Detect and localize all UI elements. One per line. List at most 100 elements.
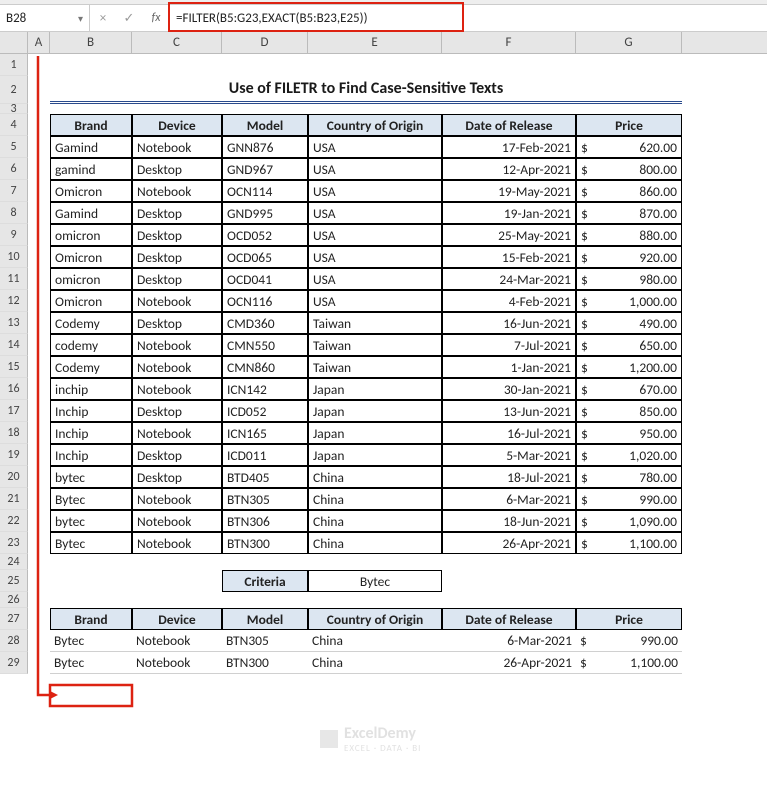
cell-model[interactable]: BTN306	[222, 510, 308, 532]
cell-brand[interactable]: Bytec	[50, 652, 132, 674]
cell-brand[interactable]: inchip	[50, 378, 132, 400]
cell-model[interactable]: CMD360	[222, 312, 308, 334]
cell-date[interactable]: 19-Jan-2021	[442, 202, 576, 224]
spreadsheet-grid[interactable]: 1 2 Use of FILETR to Find Case-Sensitive…	[0, 54, 767, 674]
row-header[interactable]: 17	[0, 400, 28, 422]
row-header[interactable]: 3	[0, 104, 28, 114]
row-header[interactable]: 22	[0, 510, 28, 532]
cell-model[interactable]: OCD065	[222, 246, 308, 268]
cell-model[interactable]: OCD052	[222, 224, 308, 246]
cell-date[interactable]: 24-Mar-2021	[442, 268, 576, 290]
cell-device[interactable]: Desktop	[132, 444, 222, 466]
cell-model[interactable]: ICN142	[222, 378, 308, 400]
cell-date[interactable]: 16-Jun-2021	[442, 312, 576, 334]
cell-date[interactable]: 19-May-2021	[442, 180, 576, 202]
cell-device[interactable]: Notebook	[132, 356, 222, 378]
cell-brand[interactable]: Inchip	[50, 400, 132, 422]
cell-device[interactable]: Notebook	[132, 488, 222, 510]
cell-brand[interactable]: Omicron	[50, 290, 132, 312]
cell-price[interactable]: $1,020.00	[576, 444, 682, 466]
select-all-corner[interactable]	[0, 32, 28, 53]
fx-icon[interactable]: fx	[142, 11, 170, 25]
cell-device[interactable]: Desktop	[132, 466, 222, 488]
cell-device[interactable]: Desktop	[132, 246, 222, 268]
chevron-down-icon[interactable]: ▾	[78, 12, 83, 25]
cell-price[interactable]: $990.00	[576, 630, 682, 652]
cell-brand[interactable]: Inchip	[50, 422, 132, 444]
cell-brand[interactable]: Inchip	[50, 444, 132, 466]
cell-price[interactable]: $870.00	[576, 202, 682, 224]
cell-device[interactable]: Notebook	[132, 652, 222, 674]
cell-date[interactable]: 17-Feb-2021	[442, 136, 576, 158]
col-header-D[interactable]: D	[222, 32, 308, 53]
cell-model[interactable]: ICN165	[222, 422, 308, 444]
cell-date[interactable]: 25-May-2021	[442, 224, 576, 246]
cancel-icon[interactable]: ×	[90, 11, 116, 26]
row-header[interactable]: 16	[0, 378, 28, 400]
cell-country[interactable]: USA	[308, 158, 442, 180]
cell-country[interactable]: Taiwan	[308, 312, 442, 334]
cell-price[interactable]: $1,200.00	[576, 356, 682, 378]
cell-country[interactable]: Japan	[308, 444, 442, 466]
cell-model[interactable]: CMN550	[222, 334, 308, 356]
row-header[interactable]: 2	[0, 76, 28, 104]
cell-model[interactable]: CMN860	[222, 356, 308, 378]
cell-date[interactable]: 6-Mar-2021	[442, 630, 576, 652]
cell-country[interactable]: Japan	[308, 378, 442, 400]
row-header[interactable]: 13	[0, 312, 28, 334]
cell-date[interactable]: 15-Feb-2021	[442, 246, 576, 268]
cell-brand[interactable]: bytec	[50, 466, 132, 488]
cell-model[interactable]: OCN116	[222, 290, 308, 312]
cell-device[interactable]: Desktop	[132, 224, 222, 246]
cell-model[interactable]: BTN305	[222, 630, 308, 652]
criteria-value[interactable]: Bytec	[308, 570, 442, 592]
row-header[interactable]: 27	[0, 608, 28, 630]
cell-country[interactable]: USA	[308, 246, 442, 268]
cell-model[interactable]: BTN305	[222, 488, 308, 510]
row-header[interactable]: 28	[0, 630, 28, 652]
cell-brand[interactable]: gamind	[50, 158, 132, 180]
cell-device[interactable]: Desktop	[132, 158, 222, 180]
cell-date[interactable]: 18-Jul-2021	[442, 466, 576, 488]
cell-model[interactable]: OCD041	[222, 268, 308, 290]
row-header[interactable]: 5	[0, 136, 28, 158]
cell-brand[interactable]: Omicron	[50, 246, 132, 268]
row-header[interactable]: 24	[0, 554, 28, 570]
cell-country[interactable]: China	[308, 652, 442, 674]
cell-model[interactable]: BTN300	[222, 652, 308, 674]
cell-device[interactable]: Notebook	[132, 422, 222, 444]
cell-model[interactable]: ICD011	[222, 444, 308, 466]
cell-device[interactable]: Notebook	[132, 334, 222, 356]
cell-device[interactable]: Notebook	[132, 378, 222, 400]
cell-price[interactable]: $920.00	[576, 246, 682, 268]
cell-price[interactable]: $860.00	[576, 180, 682, 202]
row-header[interactable]: 14	[0, 334, 28, 356]
col-header-C[interactable]: C	[132, 32, 222, 53]
row-header[interactable]: 15	[0, 356, 28, 378]
col-header-A[interactable]: A	[28, 32, 50, 53]
cell-brand[interactable]: omicron	[50, 224, 132, 246]
row-header[interactable]: 21	[0, 488, 28, 510]
cell-price[interactable]: $1,100.00	[576, 532, 682, 554]
cell-price[interactable]: $670.00	[576, 378, 682, 400]
row-header[interactable]: 18	[0, 422, 28, 444]
row-header[interactable]: 23	[0, 532, 28, 554]
cell-country[interactable]: China	[308, 630, 442, 652]
row-header[interactable]: 9	[0, 224, 28, 246]
cell-model[interactable]: ICD052	[222, 400, 308, 422]
cell-device[interactable]: Notebook	[132, 630, 222, 652]
cell-country[interactable]: USA	[308, 224, 442, 246]
cell-date[interactable]: 6-Mar-2021	[442, 488, 576, 510]
cell-country[interactable]: Japan	[308, 400, 442, 422]
row-header[interactable]: 1	[0, 54, 28, 76]
cell-brand[interactable]: Gamind	[50, 136, 132, 158]
cell-price[interactable]: $880.00	[576, 224, 682, 246]
cell-brand[interactable]: Gamind	[50, 202, 132, 224]
cell-date[interactable]: 5-Mar-2021	[442, 444, 576, 466]
cell-date[interactable]: 12-Apr-2021	[442, 158, 576, 180]
cell-price[interactable]: $620.00	[576, 136, 682, 158]
col-header-E[interactable]: E	[308, 32, 442, 53]
cell-country[interactable]: USA	[308, 180, 442, 202]
cell-country[interactable]: USA	[308, 290, 442, 312]
row-header[interactable]: 26	[0, 592, 28, 608]
